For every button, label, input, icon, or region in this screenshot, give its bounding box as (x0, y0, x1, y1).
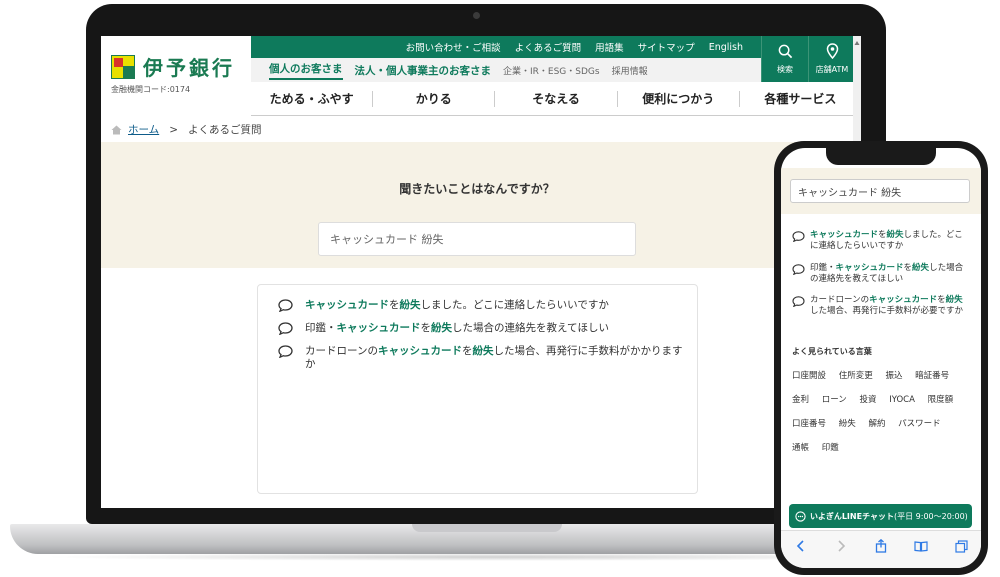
faq-text: 印鑑・キャッシュカードを紛失した場合の連絡先を教えてほしい (305, 322, 609, 334)
bank-code: 金融機関コード:0174 (111, 85, 191, 94)
breadcrumb: ホーム > よくあるご質問 (111, 122, 262, 137)
site-header: 伊予銀行 金融機関コード:0174 お問い合わせ・ご相談 よくあるご質問 用語集… (101, 36, 861, 116)
share-button[interactable] (873, 538, 889, 554)
faq-text: 印鑑・キャッシュカードを紛失した場合の連絡先を教えてほしい (810, 263, 964, 284)
nav-convenient[interactable]: 便利につかう (618, 90, 740, 107)
link-company[interactable]: 企業・IR・ESG・SDGs (503, 64, 600, 77)
popular-word[interactable]: IYOCA (889, 394, 915, 406)
chevron-right-icon (838, 540, 846, 552)
faq-item[interactable]: 印鑑・キャッシュカードを紛失した場合の連絡先を教えてほしい (278, 322, 685, 335)
tabs-button[interactable] (953, 538, 969, 554)
chat-hours: (平日 9:00〜20:00) (894, 511, 968, 521)
popular-word[interactable]: 限度額 (928, 394, 954, 406)
logo-text: 伊予銀行 (143, 56, 235, 80)
faq-item[interactable]: キャッシュカードを紛失しました。どこに連絡したらいいですか (278, 299, 685, 312)
chat-bubble-icon (792, 231, 805, 242)
link-recruit[interactable]: 採用情報 (612, 64, 648, 77)
popular-word[interactable]: ローン (822, 394, 847, 406)
share-icon (875, 539, 887, 553)
laptop-bezel (101, 508, 861, 522)
faq-search-hero: 聞きたいことはなんですか？ (101, 142, 853, 268)
popular-word[interactable]: 振込 (885, 370, 902, 382)
popular-word[interactable]: 紛失 (839, 418, 856, 430)
search-label: 検索 (777, 64, 793, 74)
faq-search-input[interactable] (318, 222, 636, 256)
browser-toolbar (781, 530, 981, 568)
link-glossary[interactable]: 用語集 (595, 40, 624, 54)
popular-word[interactable]: 解約 (868, 418, 885, 430)
nav-borrow[interactable]: かりる (373, 90, 496, 107)
faq-results-card: キャッシュカードを紛失しました。どこに連絡したらいいですか 印鑑・キャッシュカー… (257, 284, 698, 494)
scroll-up-icon[interactable] (854, 40, 860, 46)
faq-text: キャッシュカードを紛失しました。どこに連絡したらいいですか (810, 230, 963, 251)
global-nav: ためる・ふやす かりる そなえる 便利につかう 各種サービス (251, 82, 861, 116)
mobile-faq-item[interactable]: カードローンのキャッシュカードを紛失した場合、再発行に手数料が必要ですか (792, 295, 965, 317)
popular-word[interactable]: 口座番号 (792, 418, 826, 430)
chat-label: いよぎんLINEチャット (810, 511, 894, 521)
utility-bar: お問い合わせ・ご相談 よくあるご質問 用語集 サイトマップ English (251, 36, 761, 58)
book-icon (914, 541, 928, 552)
popular-word[interactable]: 住所変更 (839, 370, 873, 382)
popular-word[interactable]: 暗証番号 (915, 370, 949, 382)
forward-button[interactable] (833, 538, 849, 554)
line-chat-button[interactable]: いよぎんLINEチャット (平日 9:00〜20:00) (789, 504, 972, 528)
chat-bubble-icon (792, 296, 805, 307)
faq-text: カードローンのキャッシュカードを紛失した場合、再発行に手数料が必要ですか (810, 295, 964, 316)
audience-tabs: 個人のお客さま 法人・個人事業主のお客さま 企業・IR・ESG・SDGs 採用情… (251, 58, 761, 82)
search-button[interactable]: 検索 (761, 36, 808, 82)
link-faq[interactable]: よくあるご質問 (515, 40, 582, 54)
chat-bubble-icon (278, 345, 293, 358)
popular-word[interactable]: パスワード (898, 418, 941, 430)
chat-icon (795, 510, 806, 522)
breadcrumb-current: よくあるご質問 (188, 124, 262, 136)
bank-logo[interactable]: 伊予銀行 (111, 52, 235, 81)
back-button[interactable] (793, 538, 809, 554)
tabs-icon (954, 539, 968, 553)
nav-services[interactable]: 各種サービス (740, 91, 861, 107)
faq-item[interactable]: カードローンのキャッシュカードを紛失した場合、再発行に手数料がかかりますか (278, 345, 685, 371)
popular-word[interactable]: 通帳 (792, 442, 809, 454)
logo-mark-icon (111, 54, 135, 79)
breadcrumb-home[interactable]: ホーム (128, 122, 159, 137)
popular-word[interactable]: 印鑑 (822, 442, 839, 454)
faq-text: カードローンのキャッシュカードを紛失した場合、再発行に手数料がかかりますか (305, 345, 683, 370)
atm-button[interactable]: 店舗ATM (808, 36, 855, 82)
mobile-faq-item[interactable]: 印鑑・キャッシュカードを紛失した場合の連絡先を教えてほしい (792, 263, 965, 285)
chat-bubble-icon (278, 299, 293, 312)
mobile-screen: キャッシュカードを紛失しました。どこに連絡したらいいですか 印鑑・キャッシュカー… (781, 148, 981, 568)
map-pin-icon (826, 43, 838, 59)
search-icon (778, 44, 792, 58)
bookmarks-button[interactable] (913, 538, 929, 554)
popular-word[interactable]: 投資 (860, 394, 877, 406)
nav-insure[interactable]: そなえる (495, 90, 618, 107)
mobile-faq-item[interactable]: キャッシュカードを紛失しました。どこに連絡したらいいですか (792, 230, 965, 252)
nav-save-invest[interactable]: ためる・ふやす (251, 90, 374, 107)
phone-notch (826, 148, 936, 165)
home-icon (111, 125, 122, 134)
search-heading: 聞きたいことはなんですか？ (399, 182, 555, 196)
desktop-screen: 伊予銀行 金融機関コード:0174 お問い合わせ・ご相談 よくあるご質問 用語集… (101, 36, 861, 508)
chat-bubble-icon (278, 322, 293, 335)
popular-words: 口座開設 住所変更 振込 暗証番号 金利 ローン 投資 IYOCA 限度額 口座… (792, 370, 974, 466)
popular-words-title: よく見られている言葉 (792, 347, 872, 356)
faq-text: キャッシュカードを紛失しました。どこに連絡したらいいですか (305, 299, 609, 311)
link-sitemap[interactable]: サイトマップ (638, 40, 695, 54)
link-english[interactable]: English (709, 42, 743, 53)
breadcrumb-separator: > (169, 123, 178, 136)
chevron-left-icon (796, 540, 804, 552)
laptop-camera (473, 12, 480, 19)
popular-word[interactable]: 口座開設 (792, 370, 826, 382)
popular-word[interactable]: 金利 (792, 394, 809, 406)
tab-corporate[interactable]: 法人・個人事業主のお客さま (355, 63, 492, 78)
atm-label: 店舗ATM (815, 65, 849, 74)
link-contact[interactable]: お問い合わせ・ご相談 (406, 40, 501, 54)
chat-bubble-icon (792, 264, 805, 275)
mobile-search-input[interactable] (790, 179, 970, 203)
laptop-notch (412, 524, 562, 532)
tab-personal[interactable]: 個人のお客さま (269, 61, 343, 80)
